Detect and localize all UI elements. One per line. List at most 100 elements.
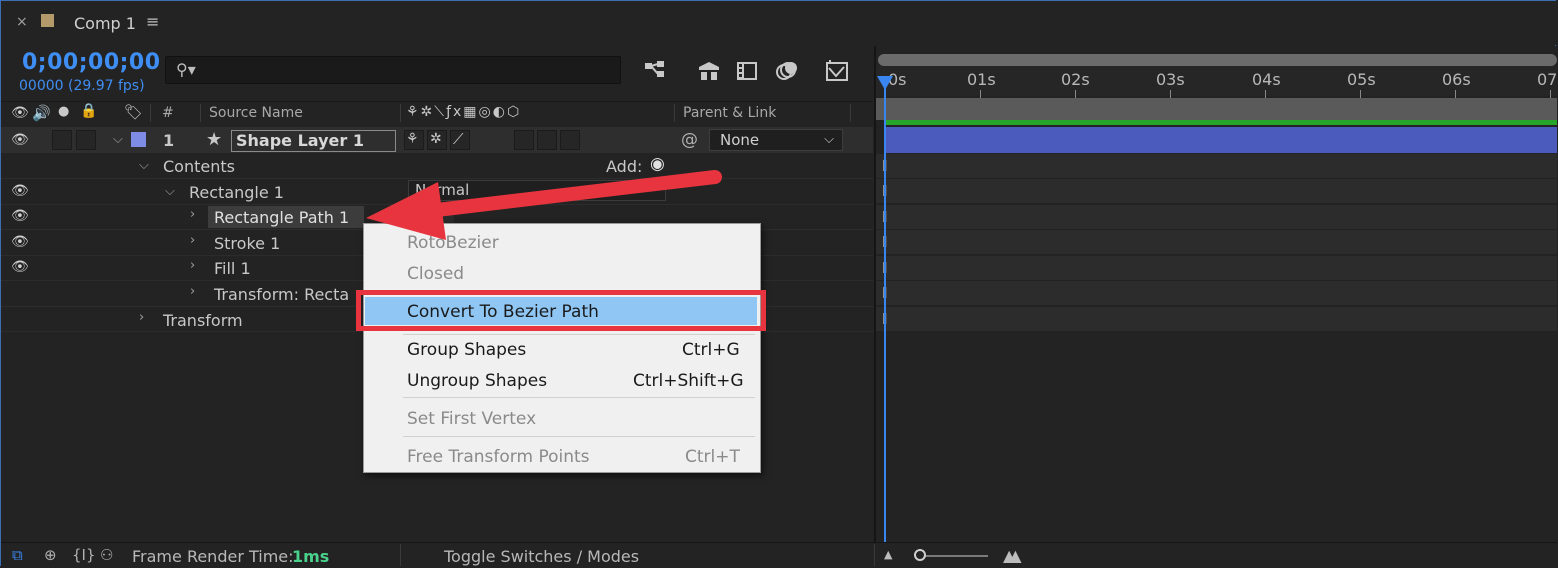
status-divider — [874, 544, 875, 566]
shy-icon: ⚘ — [406, 131, 419, 147]
toggle-switches-modes-button[interactable]: Toggle Switches / Modes — [444, 547, 639, 566]
timeline-row — [876, 307, 1557, 332]
time-navigator[interactable] — [878, 54, 1557, 66]
column-divider — [400, 104, 401, 122]
eye-icon[interactable]: 👁 — [11, 259, 29, 275]
transform-label[interactable]: Transform — [163, 311, 243, 330]
chevron-right-icon[interactable]: › — [190, 258, 195, 273]
layer-duration-bar[interactable] — [886, 127, 1557, 153]
chevron-down-icon: ⌵ — [824, 132, 834, 147]
rectangle-path-label[interactable]: Rectangle Path 1 — [214, 208, 349, 227]
zoom-slider-track[interactable] — [920, 555, 988, 557]
label-icon[interactable]: 🏷 — [124, 103, 143, 121]
menu-item-free-transform-points[interactable]: Free Transform Points — [407, 447, 590, 467]
annotation-arrow-icon — [366, 170, 722, 240]
render-time-label: Frame Render Time: — [132, 547, 294, 566]
chevron-right-icon[interactable]: › — [139, 310, 144, 325]
adjustment-switch[interactable] — [560, 130, 580, 150]
layer-name[interactable]: Shape Layer 1 — [231, 130, 396, 152]
transform-rect-label[interactable]: Transform: Recta — [214, 285, 349, 304]
status-divider — [400, 544, 401, 566]
timeline-row — [876, 230, 1557, 255]
playhead-line[interactable] — [884, 80, 886, 542]
parent-select[interactable]: None ⌵ — [709, 129, 843, 151]
stroke-label[interactable]: Stroke 1 — [214, 234, 280, 253]
motion-blur-switch[interactable] — [537, 130, 557, 150]
menu-item-set-first-vertex[interactable]: Set First Vertex — [407, 409, 536, 429]
lock-switch[interactable] — [76, 130, 96, 150]
chevron-right-icon[interactable]: › — [190, 207, 195, 222]
current-time[interactable]: 0;00;00;00 — [22, 50, 161, 75]
shortcut-group-shapes: Ctrl+G — [682, 340, 740, 360]
motion-blur-icon[interactable] — [774, 58, 800, 84]
menu-item-group-shapes[interactable]: Group Shapes — [407, 340, 526, 360]
pickwhip-icon[interactable]: @ — [681, 130, 698, 150]
transfer-controls-icon[interactable]: ⊕ — [44, 546, 57, 564]
chevron-down-icon[interactable]: ⌵ — [113, 132, 123, 147]
ruler-label: 03s — [1156, 70, 1185, 89]
eye-icon[interactable]: 👁 — [11, 234, 29, 250]
ruler-label: 06s — [1442, 70, 1471, 89]
solo-switch[interactable] — [52, 130, 72, 150]
video-switch-icon[interactable]: 👁 — [11, 105, 29, 121]
draft-3d-icon[interactable] — [696, 58, 722, 84]
solo-icon[interactable]: ● — [58, 104, 69, 119]
menu-separator — [403, 436, 755, 437]
ruler-tick — [1550, 90, 1551, 98]
search-input[interactable] — [165, 56, 621, 84]
chevron-right-icon[interactable]: › — [190, 233, 195, 248]
chevron-right-icon[interactable]: › — [190, 284, 195, 299]
audio-icon[interactable]: 🔊 — [32, 104, 51, 122]
ruler-tick — [1360, 90, 1361, 98]
layer-switches-icon[interactable]: ⧉ — [12, 546, 23, 564]
timeline-row — [876, 179, 1557, 204]
tab-bar — [1, 1, 1557, 45]
layer-label-color[interactable] — [131, 132, 146, 147]
column-source-name[interactable]: Source Name — [209, 105, 303, 121]
zoom-in-icon[interactable]: ▲▲ — [1003, 546, 1021, 565]
eye-icon[interactable]: 👁 — [11, 183, 29, 199]
column-divider — [150, 104, 151, 122]
ruler-label: 02s — [1061, 70, 1090, 89]
lock-icon[interactable]: 🔒 — [80, 103, 97, 119]
switches-icons: ⚘✲⟍ƒx▦◎◐⬡ — [406, 104, 522, 120]
fill-label[interactable]: Fill 1 — [214, 259, 251, 278]
work-area-bar[interactable] — [876, 98, 1557, 120]
ruler-label: 07s — [1537, 70, 1558, 89]
parent-value: None — [720, 131, 760, 149]
playhead-handle[interactable] — [877, 76, 893, 90]
contents-label: Contents — [163, 157, 235, 176]
chevron-down-icon[interactable]: ⌵ — [139, 158, 149, 173]
ruler-tick — [1455, 90, 1456, 98]
rectangle-group-label[interactable]: Rectangle 1 — [189, 183, 284, 202]
shape-layer-star-icon: ★ — [206, 129, 223, 150]
panel-menu-icon[interactable]: ≡ — [146, 12, 159, 31]
chevron-down-icon[interactable]: ⌵ — [165, 184, 175, 199]
menu-item-closed[interactable]: Closed — [407, 264, 464, 284]
render-time-icon[interactable]: ⚇ — [100, 546, 113, 564]
ruler-tick — [1170, 90, 1171, 98]
frame-blend-switch[interactable] — [514, 130, 534, 150]
search-icon: ⚲▾ — [176, 60, 196, 79]
eye-icon[interactable]: 👁 — [11, 208, 29, 224]
column-number[interactable]: # — [162, 105, 174, 121]
in-out-icon[interactable]: {I} — [72, 546, 96, 564]
zoom-slider-handle[interactable] — [914, 549, 926, 561]
column-divider — [850, 104, 851, 122]
tab-title[interactable]: Comp 1 — [74, 14, 136, 33]
ruler-label: 01s — [967, 70, 996, 89]
timeline-row — [876, 256, 1557, 281]
frame-rate: 00000 (29.97 fps) — [19, 78, 145, 94]
shortcut-free-transform: Ctrl+T — [685, 447, 740, 467]
eye-icon[interactable]: 👁 — [11, 132, 29, 148]
composition-flowchart-icon[interactable] — [644, 58, 670, 84]
menu-item-ungroup-shapes[interactable]: Ungroup Shapes — [407, 371, 547, 391]
comp-color-swatch — [41, 14, 54, 27]
zoom-out-icon[interactable]: ▲ — [884, 548, 892, 561]
column-parent-link[interactable]: Parent & Link — [683, 105, 776, 121]
menu-separator — [403, 334, 755, 335]
graph-editor-icon[interactable] — [824, 58, 850, 84]
close-tab-icon[interactable]: × — [16, 14, 28, 30]
frame-blending-icon[interactable] — [734, 58, 760, 84]
ruler-tick — [1265, 90, 1266, 98]
